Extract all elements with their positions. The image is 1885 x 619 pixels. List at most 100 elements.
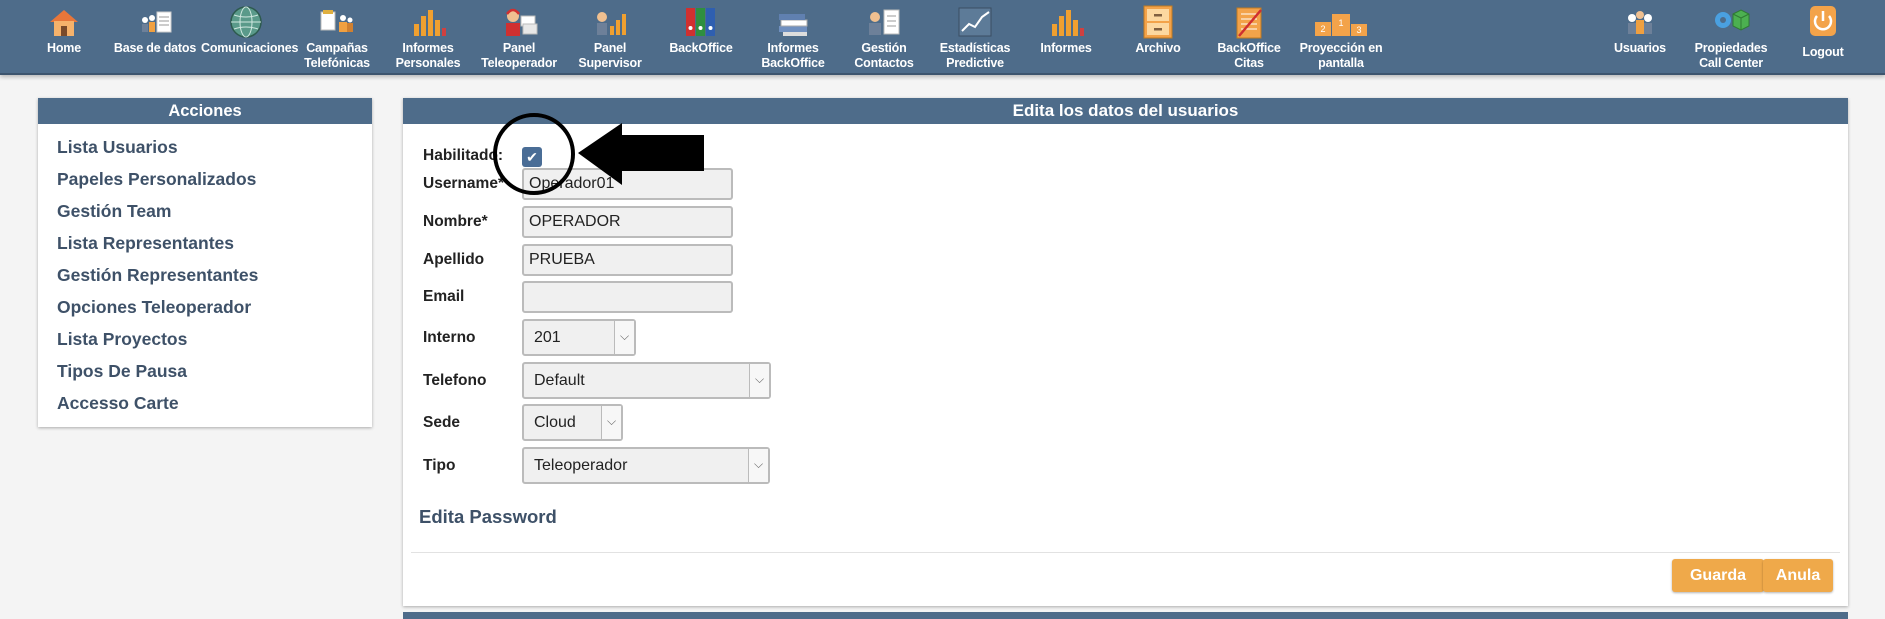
nav-estadisticas-label: Estadísticas Predictive [939, 41, 1011, 70]
bar-chart-icon [414, 10, 446, 36]
nav-propiedades-call-center[interactable]: Propiedades Call Center [1686, 4, 1776, 72]
action-gestion-team[interactable]: Gestión Team [38, 195, 372, 227]
interno-value: 201 [534, 329, 561, 346]
binders-icon [686, 8, 715, 36]
nav-proyeccion[interactable]: 2 1 3 Proyección en pantalla [1296, 4, 1386, 72]
nav-informes-backoffice-label: Informes BackOffice [761, 41, 825, 70]
nav-gestion-contactos[interactable]: Gestión Contactos [839, 4, 929, 72]
bar-chart-icon [1052, 10, 1084, 36]
actions-list: Lista Usuarios Papeles Personalizados Ge… [38, 124, 372, 419]
telefono-label: Telefono [423, 372, 487, 389]
svg-text:1: 1 [1338, 18, 1343, 28]
sede-select[interactable]: Cloud ⌵ [522, 404, 623, 441]
telefono-select[interactable]: Default ⌵ [522, 362, 771, 399]
nav-home[interactable]: Home [19, 4, 109, 72]
chevron-down-icon: ⌵ [749, 364, 769, 397]
nav-archivo-label: Archivo [1135, 41, 1181, 55]
power-icon [1810, 6, 1836, 36]
nav-backoffice-citas-label: BackOffice Citas [1217, 41, 1281, 70]
action-lista-proyectos[interactable]: Lista Proyectos [38, 323, 372, 355]
action-lista-usuarios[interactable]: Lista Usuarios [38, 131, 372, 163]
footer-divider [411, 552, 1840, 553]
users-icon [1628, 11, 1652, 34]
nav-panel-supervisor[interactable]: Panel Supervisor [565, 4, 655, 72]
nav-backoffice[interactable]: BackOffice [656, 4, 746, 72]
annotation-arrow-icon [578, 123, 704, 185]
apellido-input[interactable] [522, 244, 733, 276]
tipo-value: Teleoperador [534, 457, 628, 474]
nav-backoffice-citas[interactable]: BackOffice Citas [1204, 4, 1294, 72]
operator-icon [506, 8, 538, 36]
habilitado-label: Habilitado: [423, 147, 504, 164]
action-gestion-representantes[interactable]: Gestión Representantes [38, 259, 372, 291]
supervisor-icon [597, 12, 626, 35]
anula-button[interactable]: Anula [1763, 559, 1833, 592]
campaign-icon [320, 10, 353, 32]
sede-value: Cloud [534, 414, 576, 431]
gears-cube-icon [1715, 9, 1750, 31]
nav-home-label: Home [47, 41, 81, 55]
nav-archivo[interactable]: Archivo [1113, 4, 1203, 72]
action-opciones-teleoperador[interactable]: Opciones Teleoperador [38, 291, 372, 323]
nav-usuarios-label: Usuarios [1614, 41, 1666, 55]
nav-informes[interactable]: Informes [1021, 4, 1111, 72]
nav-panel-teleoperador[interactable]: Panel Teleoperador [474, 4, 564, 72]
sede-label: Sede [423, 414, 461, 431]
home-icon [50, 10, 78, 36]
nombre-input[interactable] [522, 206, 733, 238]
username-label: Username* [423, 175, 504, 192]
action-tipos-de-pausa[interactable]: Tipos De Pausa [38, 355, 372, 387]
nav-panel-supervisor-label: Panel Supervisor [578, 41, 642, 70]
chevron-down-icon: ⌵ [614, 321, 634, 354]
annotation-circle [493, 113, 575, 195]
tipo-select[interactable]: Teleoperador ⌵ [522, 447, 770, 484]
nav-informes-personales-label: Informes Personales [395, 41, 461, 70]
chevron-down-icon: ⌵ [748, 449, 768, 482]
cabinet-icon [1143, 5, 1173, 39]
books-icon [779, 14, 808, 36]
action-papeles-personalizados[interactable]: Papeles Personalizados [38, 163, 372, 195]
interno-label: Interno [423, 329, 476, 346]
nav-logout[interactable]: Logout [1778, 4, 1868, 72]
interno-select[interactable]: 201 ⌵ [522, 319, 636, 356]
nav-backoffice-label: BackOffice [669, 41, 733, 55]
contacts-icon [869, 9, 900, 35]
nav-comunicaciones[interactable]: Comunicaciones [201, 4, 299, 72]
nav-proyeccion-label: Proyección en pantalla [1299, 41, 1383, 70]
nav-comunicaciones-label: Comunicaciones [201, 41, 299, 55]
action-lista-representantes[interactable]: Lista Representantes [38, 227, 372, 259]
chevron-down-icon: ⌵ [601, 406, 621, 439]
nav-informes-label: Informes [1040, 41, 1092, 55]
actions-panel: Acciones Lista Usuarios Papeles Personal… [38, 98, 372, 427]
globe-icon [230, 6, 262, 38]
nav-base-datos-label: Base de datos [113, 41, 197, 55]
calendar-icon [1236, 7, 1262, 39]
nav-campanas[interactable]: Campañas Telefónicas [292, 4, 382, 72]
next-panel-header [403, 612, 1848, 619]
email-input[interactable] [522, 281, 733, 313]
nav-estadisticas-predictive[interactable]: Estadísticas Predictive [930, 4, 1020, 72]
nav-base-datos[interactable]: Base de datos [110, 4, 200, 72]
line-chart-icon [958, 7, 992, 37]
apellido-label: Apellido [423, 251, 485, 268]
nav-informes-personales[interactable]: Informes Personales [383, 4, 473, 72]
actions-panel-title: Acciones [38, 98, 372, 124]
action-accesso-carte[interactable]: Accesso Carte [38, 387, 372, 419]
top-navbar: Home Base de datos Comunicaciones Campañ… [0, 0, 1885, 75]
database-users-icon [142, 11, 172, 33]
nav-usuarios[interactable]: Usuarios [1595, 4, 1685, 72]
nombre-label: Nombre* [423, 213, 488, 230]
nav-propiedades-label: Propiedades Call Center [1694, 41, 1768, 70]
nav-informes-backoffice[interactable]: Informes BackOffice [748, 4, 838, 72]
guarda-button[interactable]: Guarda [1672, 559, 1764, 592]
svg-text:2: 2 [1320, 24, 1325, 34]
nav-logout-label: Logout [1802, 45, 1844, 59]
nav-campanas-label: Campañas Telefónicas [304, 41, 370, 70]
tipo-label: Tipo [423, 457, 456, 474]
svg-text:3: 3 [1356, 25, 1361, 35]
edita-password-link[interactable]: Edita Password [419, 506, 557, 528]
nav-panel-teleoperador-label: Panel Teleoperador [481, 41, 557, 70]
email-label: Email [423, 288, 465, 305]
telefono-value: Default [534, 372, 585, 389]
podium-icon: 2 1 3 [1315, 14, 1367, 36]
